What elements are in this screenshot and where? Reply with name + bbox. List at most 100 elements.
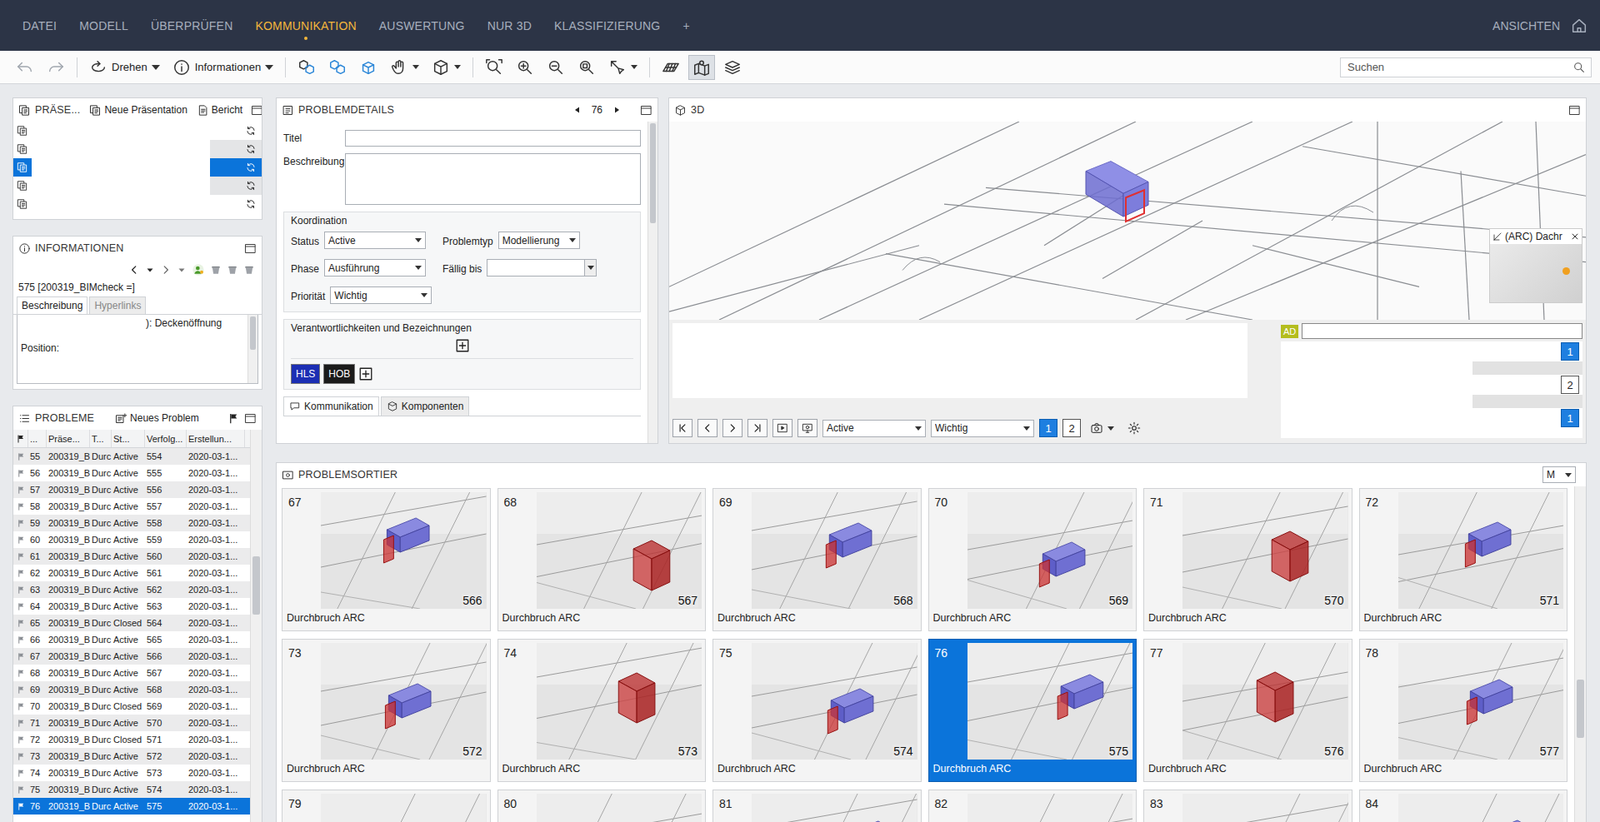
scrollbar[interactable] <box>250 430 262 822</box>
priority-select[interactable]: Wichtig <box>930 420 1035 438</box>
table-row[interactable]: 55200319_BDurcActive5542020-03-1... <box>13 448 250 465</box>
issue-card[interactable]: 74573Durchbruch ARC <box>497 639 707 783</box>
new-problem-button[interactable]: Neues Problem <box>115 412 200 425</box>
select-box[interactable]: Active <box>324 231 426 250</box>
table-row[interactable]: 62200319_BDurcActive5612020-03-1... <box>13 565 250 582</box>
detail-tab[interactable]: Kommunikation <box>283 396 380 416</box>
detail-tab[interactable]: Komponenten <box>380 396 470 416</box>
new-presentation-button[interactable]: Neue Präsentation <box>89 104 187 117</box>
menu-tab[interactable]: AUSWERTUNG <box>379 19 465 33</box>
column-header[interactable]: Verfolg... <box>145 430 187 448</box>
issue-card[interactable]: 77576Durchbruch ARC <box>1143 639 1353 783</box>
info-tab[interactable]: Beschreibung <box>16 296 88 315</box>
select-box[interactable]: Wichtig <box>330 286 432 305</box>
3d-viewport[interactable]: (ARC) Dachr <box>669 121 1586 320</box>
presentation-row[interactable] <box>13 195 262 214</box>
search-input[interactable] <box>1345 60 1573 75</box>
column-header[interactable]: Präse... <box>46 430 90 448</box>
redo[interactable] <box>42 55 70 80</box>
size-select[interactable]: M <box>1542 466 1576 484</box>
select[interactable] <box>604 55 642 80</box>
menu-tab[interactable]: MODELL <box>79 19 129 33</box>
issue-card[interactable]: 80 <box>497 790 707 822</box>
issue-card[interactable]: 75574Durchbruch ARC <box>712 639 922 783</box>
models[interactable] <box>293 55 320 80</box>
issue-card[interactable]: 69568Durchbruch ARC <box>712 488 922 632</box>
issue-card[interactable]: 70569Durchbruch ARC <box>928 488 1138 632</box>
zoom-all[interactable] <box>573 55 600 80</box>
snapshot-button[interactable] <box>1085 418 1119 439</box>
comment-box[interactable] <box>672 323 1248 399</box>
zoom-out[interactable] <box>542 55 570 80</box>
layers[interactable] <box>719 55 746 80</box>
marker-row[interactable]: 1 <box>1280 408 1583 429</box>
table-row[interactable]: 70200319_BDurcClosed5692020-03-1... <box>13 698 250 715</box>
model-blue[interactable] <box>355 55 382 80</box>
info-button[interactable]: Informationen <box>168 55 279 80</box>
hand[interactable] <box>385 55 424 80</box>
status-select[interactable]: Active <box>822 420 926 438</box>
zoom-fit[interactable] <box>480 55 508 80</box>
description-input[interactable] <box>345 153 641 205</box>
menu-tab[interactable]: DATEI <box>22 19 57 33</box>
menu-tab[interactable]: KOMMUNIKATION <box>255 19 356 33</box>
settings-button[interactable] <box>1123 418 1145 439</box>
section-overlay[interactable]: (ARC) Dachr <box>1489 228 1583 304</box>
floor-plane[interactable] <box>657 55 685 80</box>
page-button[interactable]: 2 <box>1062 419 1081 438</box>
last-button[interactable] <box>747 419 768 438</box>
table-row[interactable]: 71200319_BDurcActive5702020-03-1... <box>13 715 250 732</box>
presentation-row[interactable] <box>13 121 262 140</box>
menu-tab[interactable]: KLASSIFIZIERUNG <box>554 19 660 33</box>
next-button[interactable] <box>611 105 622 115</box>
date-dropdown[interactable] <box>585 259 597 277</box>
issue-card[interactable]: 81 <box>712 790 922 822</box>
presentation-row[interactable] <box>13 140 262 159</box>
tag[interactable]: HOB <box>323 364 355 385</box>
zoom-in[interactable] <box>511 55 539 80</box>
table-row[interactable]: 59200319_BDurcActive5582020-03-1... <box>13 515 250 532</box>
select-box[interactable]: Ausführung <box>324 259 426 277</box>
marker-row[interactable]: 2 <box>1280 375 1583 395</box>
map-view[interactable] <box>688 55 715 80</box>
issue-card[interactable]: 78577Durchbruch ARC <box>1359 639 1569 783</box>
table-row[interactable]: 63200319_BDurcActive5622020-03-1... <box>13 581 250 599</box>
table-row[interactable]: 72200319_BDurcClosed5712020-03-1... <box>13 731 250 749</box>
marker-row[interactable]: 1 <box>1280 341 1583 362</box>
table-row[interactable]: 60200319_BDurcActive5592020-03-1... <box>13 531 250 549</box>
table-row[interactable]: 58200319_BDurcActive5572020-03-1... <box>13 498 250 515</box>
issue-card[interactable]: 79 <box>281 790 491 822</box>
scrollbar[interactable] <box>247 315 258 384</box>
views-menu[interactable]: ANSICHTEN <box>1492 19 1560 33</box>
presentation-row[interactable] <box>13 158 262 177</box>
models-select[interactable] <box>324 55 351 80</box>
cube[interactable] <box>427 55 465 80</box>
marker[interactable]: 2 <box>1560 375 1580 395</box>
previous-button[interactable] <box>572 105 583 115</box>
page-button[interactable]: 1 <box>1039 419 1058 438</box>
rotate-button[interactable]: Drehen <box>85 55 165 80</box>
scrollbar[interactable] <box>647 121 658 444</box>
column-header[interactable]: Erstellun... <box>186 430 245 448</box>
report-button[interactable]: Bericht <box>196 104 243 117</box>
menu-tab[interactable]: + <box>682 19 690 33</box>
table-row[interactable]: 74200319_BDurcActive5732020-03-1... <box>13 765 250 782</box>
search-box[interactable] <box>1340 57 1592 78</box>
table-row[interactable]: 67200319_BDurcActive5662020-03-1... <box>13 648 250 665</box>
menu-tab[interactable]: ÜBERPRÜFEN <box>150 19 233 33</box>
issue-card[interactable]: 73572Durchbruch ARC <box>281 639 491 783</box>
table-row[interactable]: 75200319_BDurcActive5742020-03-1... <box>13 781 250 799</box>
first-button[interactable] <box>672 419 693 438</box>
issue-card[interactable]: 84 <box>1359 790 1569 822</box>
title-input[interactable] <box>345 130 641 147</box>
issue-card[interactable]: 71570Durchbruch ARC <box>1143 488 1353 632</box>
table-row[interactable]: 64200319_BDurcActive5632020-03-1... <box>13 598 250 615</box>
menu-tab[interactable]: NUR 3D <box>487 19 532 33</box>
marker[interactable]: 1 <box>1560 342 1580 361</box>
issue-card[interactable]: 76575Durchbruch ARC <box>928 639 1138 783</box>
table-row[interactable]: 57200319_BDurcActive5562020-03-1... <box>13 481 250 499</box>
marker[interactable]: 1 <box>1560 409 1580 428</box>
issue-card[interactable]: 67566Durchbruch ARC <box>281 488 491 632</box>
scrollbar[interactable] <box>1574 486 1586 822</box>
table-row[interactable]: 65200319_BDurcClosed5642020-03-1... <box>13 615 250 632</box>
